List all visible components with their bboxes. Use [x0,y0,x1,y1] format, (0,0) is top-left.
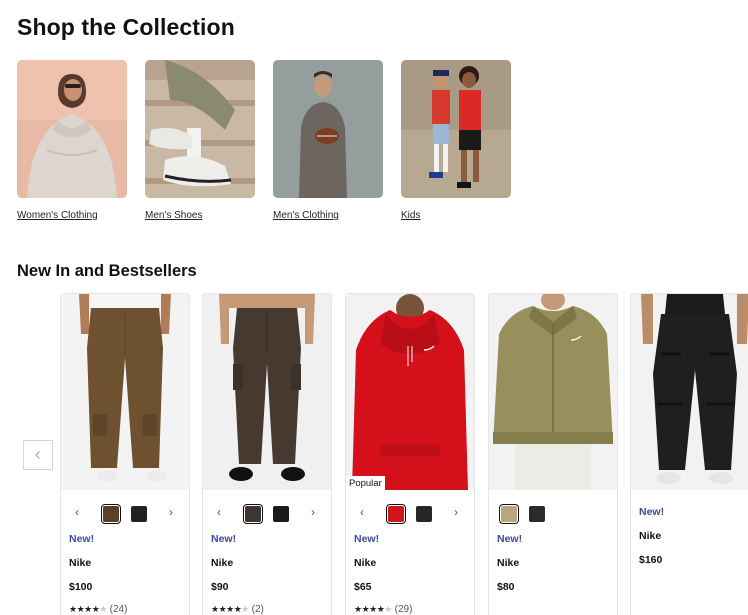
product-brand: Nike [69,557,92,569]
product-brand: Nike [497,557,520,569]
product-price: $160 [639,554,663,566]
product-card[interactable]: New! Nike $160 [630,293,748,615]
product-image[interactable]: Popular [346,294,474,490]
product-price: $100 [69,581,93,593]
womens-clothing-image [17,60,127,198]
product-card[interactable]: Popular ‹ › New! Nike $65 ★★★★★ (29) [345,293,475,615]
color-swatch[interactable] [273,506,289,522]
product-image[interactable] [203,294,331,490]
new-badge: New! [497,533,523,545]
color-swatch[interactable] [386,504,406,524]
new-badge: New! [69,533,95,545]
popular-badge: Popular [346,476,385,490]
collection-label[interactable]: Kids [401,210,420,221]
mens-clothing-image [273,60,383,198]
shop-collection-title: Shop the Collection [17,14,235,40]
collection-mens-clothing[interactable]: Men's Clothing [273,60,383,221]
new-badge: New! [639,506,665,518]
collection-label[interactable]: Women's Clothing [17,210,98,221]
collection-womens-clothing[interactable]: Women's Clothing [17,60,127,221]
product-price: $90 [211,581,229,593]
product-image[interactable] [61,294,189,490]
product-rating: ★★★★★ (2) [211,604,264,615]
new-in-title: New In and Bestsellers [17,262,197,280]
product-brand: Nike [354,557,377,569]
swatch-row [489,502,617,524]
collection-mens-shoes[interactable]: Men's Shoes [145,60,255,221]
swatch-row: ‹ › [61,502,189,524]
product-rating: ★★★★★ (24) [69,604,127,615]
new-badge: New! [211,533,237,545]
color-swatch[interactable] [243,504,263,524]
product-card[interactable]: ‹ › New! Nike $100 ★★★★★ (24) [60,293,190,615]
chevron-left-icon [35,451,40,459]
product-card[interactable]: New! Nike $80 [488,293,618,615]
rating-count: (2) [251,604,264,615]
product-image[interactable] [631,294,748,490]
kids-image [401,60,511,198]
product-price: $80 [497,581,515,593]
collection-kids[interactable]: Kids [401,60,511,221]
rating-count: (29) [394,604,413,615]
product-card[interactable]: ‹ › New! Nike $90 ★★★★★ (2) [202,293,332,615]
color-swatch[interactable] [416,506,432,522]
color-swatch[interactable] [499,504,519,524]
chevron-right-icon[interactable]: › [169,505,173,519]
carousel-prev-button[interactable] [23,440,53,470]
rating-stars: ★★★★★ [69,604,107,614]
product-brand: Nike [211,557,234,569]
mens-shoes-image [145,60,255,198]
new-badge: New! [354,533,380,545]
product-rating: ★★★★★ (29) [354,604,412,615]
rating-stars: ★★★★★ [211,604,249,614]
rating-count: (24) [109,604,128,615]
chevron-left-icon[interactable]: ‹ [360,505,364,519]
color-swatch[interactable] [529,506,545,522]
color-swatch[interactable] [101,504,121,524]
product-brand: Nike [639,530,662,542]
chevron-left-icon[interactable]: ‹ [217,505,221,519]
collection-label[interactable]: Men's Clothing [273,210,339,221]
color-swatch[interactable] [131,506,147,522]
product-price: $65 [354,581,372,593]
chevron-right-icon[interactable]: › [454,505,458,519]
product-image[interactable] [489,294,617,490]
collection-label[interactable]: Men's Shoes [145,210,203,221]
chevron-right-icon[interactable]: › [311,505,315,519]
rating-stars: ★★★★★ [354,604,392,614]
swatch-row: ‹ › [346,502,474,524]
chevron-left-icon[interactable]: ‹ [75,505,79,519]
swatch-row: ‹ › [203,502,331,524]
